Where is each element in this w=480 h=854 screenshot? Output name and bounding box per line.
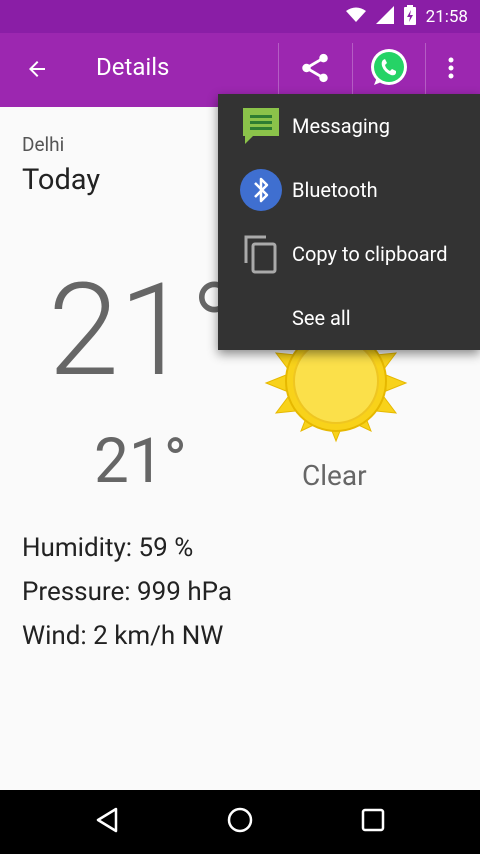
more-vert-icon <box>447 56 455 84</box>
nav-recents-button[interactable] <box>343 798 403 846</box>
whatsapp-icon <box>368 47 410 93</box>
whatsapp-share-button[interactable] <box>352 43 426 97</box>
share-item-see-all[interactable]: See all <box>218 286 480 350</box>
pressure-text: Pressure: 999 hPa <box>22 577 233 607</box>
humidity-text: Humidity: 59 % <box>22 533 194 563</box>
status-icons: 21:58 <box>345 0 468 33</box>
high-temperature: 21° <box>48 256 239 406</box>
nav-back-button[interactable] <box>77 798 137 846</box>
triangle-back-icon <box>94 806 120 838</box>
signal-icon <box>375 5 394 28</box>
share-popup-menu: Messaging Bluetooth Copy to clipboard Se… <box>218 94 480 350</box>
page-title: Details <box>96 53 170 81</box>
arrow-back-icon <box>25 57 49 85</box>
circle-home-icon <box>226 806 254 838</box>
share-item-copy[interactable]: Copy to clipboard <box>218 222 480 286</box>
low-temperature: 21° <box>94 425 187 498</box>
share-item-label: Copy to clipboard <box>292 242 448 266</box>
share-icon <box>298 51 332 89</box>
navigation-bar <box>0 790 480 854</box>
share-button[interactable] <box>278 43 350 97</box>
day-label: Today <box>22 163 101 197</box>
share-item-label: Messaging <box>292 114 390 138</box>
wifi-icon <box>345 7 366 27</box>
back-button[interactable] <box>14 48 60 94</box>
weather-condition: Clear <box>302 459 367 492</box>
status-bar: 21:58 <box>0 0 480 33</box>
bluetooth-icon <box>240 169 282 211</box>
share-item-bluetooth[interactable]: Bluetooth <box>218 158 480 222</box>
share-item-label: Bluetooth <box>292 178 378 202</box>
city-name: Delhi <box>22 133 65 156</box>
wind-text: Wind: 2 km/h NW <box>22 621 224 651</box>
copy-icon <box>240 233 282 275</box>
more-options-button[interactable] <box>430 43 472 97</box>
messaging-icon <box>240 105 282 147</box>
battery-icon <box>403 4 416 29</box>
nav-home-button[interactable] <box>210 798 270 846</box>
share-item-messaging[interactable]: Messaging <box>218 94 480 158</box>
status-time: 21:58 <box>425 6 468 27</box>
square-recents-icon <box>361 808 385 836</box>
share-item-label: See all <box>292 306 351 330</box>
